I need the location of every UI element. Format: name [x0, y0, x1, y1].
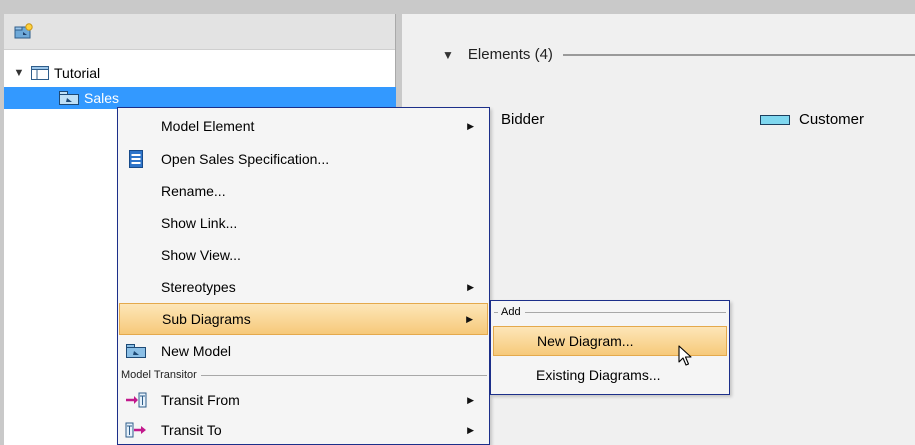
element-label: Customer: [799, 111, 865, 128]
menu-item-label: Model Element: [161, 118, 255, 134]
menu-separator: [200, 374, 487, 376]
collapse-triangle-icon[interactable]: ▼: [442, 48, 454, 62]
menu-item-label: New Diagram...: [537, 333, 634, 349]
menu-item-sub-diagrams[interactable]: Sub Diagrams ▶: [119, 303, 488, 335]
transit-from-icon: [125, 390, 147, 410]
menu-section-label: Model Transitor: [121, 369, 197, 381]
menu-separator: [524, 311, 726, 313]
menu-item-label: Sub Diagrams: [162, 311, 251, 327]
menu-item-label: Existing Diagrams...: [536, 367, 661, 383]
submenu-arrow-icon: ▶: [466, 313, 473, 324]
element-bidder[interactable]: Bidder: [501, 111, 544, 128]
specification-icon: [125, 149, 147, 169]
menu-item-model-element[interactable]: Model Element ▶: [119, 110, 488, 142]
elements-section-header[interactable]: ▼ Elements (4): [442, 46, 915, 63]
tree-item-sales[interactable]: Sales: [4, 87, 396, 109]
submenu-arrow-icon: ▶: [467, 120, 474, 131]
new-model-icon: [125, 341, 147, 361]
menu-item-show-link[interactable]: Show Link...: [119, 207, 488, 239]
menu-item-label: New Model: [161, 343, 232, 359]
menu-item-label: Show Link...: [161, 215, 238, 231]
menu-item-transit-to[interactable]: Transit To ▶: [119, 414, 488, 445]
tree-item-label: Tutorial: [54, 65, 101, 81]
menu-item-show-view[interactable]: Show View...: [119, 239, 488, 271]
model-icon: [31, 66, 49, 80]
menu-item-label: Rename...: [161, 183, 226, 199]
submenu-section-add: Add: [494, 305, 726, 319]
element-label: Bidder: [501, 111, 545, 128]
menu-item-label: Transit From: [161, 392, 240, 408]
transit-to-icon: [125, 420, 147, 440]
submenu-arrow-icon: ▶: [467, 281, 474, 292]
tree-item-tutorial[interactable]: ▼ Tutorial: [12, 62, 101, 84]
menu-item-transit-from[interactable]: Transit From ▶: [119, 384, 488, 416]
menu-item-label: Transit To: [161, 422, 222, 438]
menu-item-label: Show View...: [161, 247, 241, 263]
submenu-arrow-icon: ▶: [467, 394, 474, 405]
menu-item-new-model[interactable]: New Model: [119, 335, 488, 367]
submenu-section-label: Add: [501, 306, 521, 318]
context-menu: Model Element ▶ Open Sales Specification…: [117, 107, 490, 445]
submenu-arrow-icon: ▶: [467, 424, 474, 435]
new-model-toolbar-icon[interactable]: [14, 23, 34, 44]
menu-item-label: Stereotypes: [161, 279, 236, 295]
class-icon: [760, 114, 790, 125]
section-divider: [562, 53, 915, 56]
menu-item-open-specification[interactable]: Open Sales Specification...: [119, 143, 488, 175]
menu-item-label: Open Sales Specification...: [161, 151, 330, 167]
mouse-pointer-icon: [678, 345, 692, 370]
explorer-toolbar: [4, 14, 395, 50]
menu-section-model-transitor: Model Transitor: [121, 368, 487, 382]
menu-item-rename[interactable]: Rename...: [119, 175, 488, 207]
elements-section-title: Elements (4): [467, 46, 553, 63]
sub-diagrams-submenu: Add New Diagram... Existing Diagrams...: [490, 300, 730, 395]
tree-item-label: Sales: [84, 90, 120, 106]
menu-separator: [494, 311, 498, 313]
expand-triangle-icon[interactable]: ▼: [12, 67, 26, 79]
menu-item-stereotypes[interactable]: Stereotypes ▶: [119, 271, 488, 303]
element-customer[interactable]: Customer: [760, 111, 864, 128]
package-icon: [59, 91, 79, 105]
